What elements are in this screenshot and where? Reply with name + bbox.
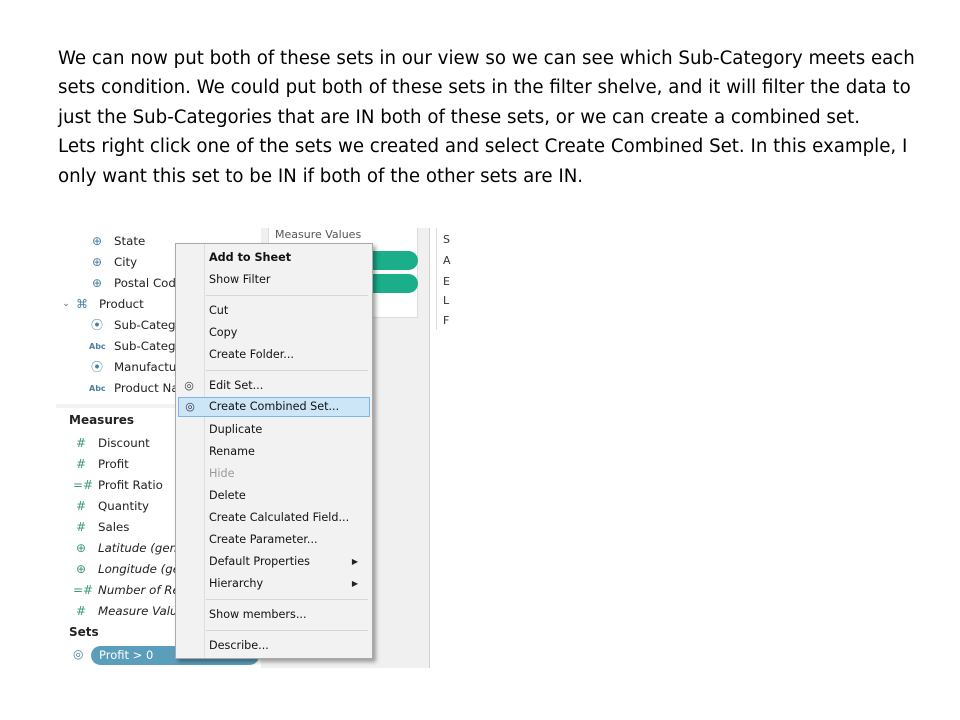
abc-icon: Abc <box>89 342 106 351</box>
legend-item: A <box>443 254 451 267</box>
field-label: Measure Valu <box>98 604 178 618</box>
field-label: Product Na <box>114 381 179 395</box>
menu-item-create-folder[interactable]: Create Folder... <box>178 345 370 365</box>
menu-item-create-parameter[interactable]: Create Parameter... <box>178 530 370 550</box>
paperclip-icon: ⦿ <box>90 318 103 332</box>
paragraph-2: Lets right click one of the sets we crea… <box>58 136 908 187</box>
field-label: Number of Re <box>98 583 180 597</box>
set-icon: ◎ <box>184 379 194 392</box>
paragraph-1: We can now put both of these sets in our… <box>58 48 915 128</box>
field-label: Longitude (ge <box>98 562 180 576</box>
field-label: Quantity <box>98 499 149 513</box>
menu-item-delete[interactable]: Delete <box>178 486 370 506</box>
submenu-arrow-icon: ▶ <box>351 557 358 566</box>
globe-icon: ⊕ <box>91 234 103 248</box>
field-label: City <box>114 255 138 269</box>
slide-text: We can now put both of these sets in our… <box>58 44 918 191</box>
menu-item-show-members[interactable]: Show members... <box>178 605 370 625</box>
field-label: Manufactu <box>114 360 177 374</box>
globe-icon: ⊕ <box>75 562 87 576</box>
menu-item-create-combined-set[interactable]: ◎ Create Combined Set... <box>178 397 370 417</box>
hash-icon: # <box>75 457 87 471</box>
globe-icon: ⊕ <box>75 541 87 555</box>
menu-item-label: Describe... <box>209 639 269 652</box>
sets-header: Sets <box>69 625 99 639</box>
menu-item-label: Hide <box>209 467 235 480</box>
hash-icon: # <box>75 436 87 450</box>
menu-item-cut[interactable]: Cut <box>178 301 370 321</box>
menu-item-copy[interactable]: Copy <box>178 323 370 343</box>
globe-icon: ⊕ <box>91 276 103 290</box>
field-label: Profit Ratio <box>98 478 163 492</box>
menu-separator <box>206 599 368 600</box>
pane-divider <box>429 228 430 668</box>
menu-item-hide: Hide <box>178 464 370 484</box>
menu-item-label: Create Folder... <box>209 348 294 361</box>
menu-item-default-properties[interactable]: Default Properties ▶ <box>178 552 370 572</box>
paperclip-icon: ⦿ <box>90 360 103 374</box>
legend-item: E <box>443 275 450 288</box>
context-menu: Add to Sheet Show Filter Cut Copy Create… <box>175 243 373 659</box>
menu-item-add-to-sheet[interactable]: Add to Sheet <box>178 248 370 268</box>
chevron-down-icon: ⌄ <box>62 299 70 309</box>
field-label: Sub-Categ <box>114 318 176 332</box>
legend-panel: S A E L F <box>436 228 456 330</box>
legend-item: F <box>443 314 450 327</box>
menu-separator <box>206 295 368 296</box>
menu-item-label: Copy <box>209 326 238 339</box>
field-label: Postal Cod <box>114 276 176 290</box>
legend-item: L <box>443 294 450 307</box>
menu-item-duplicate[interactable]: Duplicate <box>178 420 370 440</box>
menu-item-label: Default Properties <box>209 555 310 568</box>
globe-icon: ⊕ <box>91 255 103 269</box>
field-label: State <box>114 234 146 248</box>
menu-item-edit-set[interactable]: ◎ Edit Set... <box>178 376 370 396</box>
menu-item-label: Rename <box>209 445 255 458</box>
menu-item-label: Add to Sheet <box>209 251 292 264</box>
menu-item-label: Create Combined Set... <box>209 400 340 413</box>
menu-item-create-calculated-field[interactable]: Create Calculated Field... <box>178 508 370 528</box>
calc-hash-icon: =# <box>73 583 94 597</box>
set-icon: ◎ <box>185 400 195 413</box>
submenu-arrow-icon: ▶ <box>351 579 358 588</box>
legend-item: S <box>443 233 450 246</box>
abc-icon: Abc <box>89 384 106 393</box>
menu-item-hierarchy[interactable]: Hierarchy ▶ <box>178 574 370 594</box>
menu-item-label: Edit Set... <box>209 379 264 392</box>
field-label: Sub-Categ <box>114 339 176 353</box>
hash-icon: # <box>75 520 87 534</box>
menu-item-label: Duplicate <box>209 423 263 436</box>
menu-item-label: Cut <box>209 304 229 317</box>
field-label: Sales <box>98 520 130 534</box>
hierarchy-icon: ⌘ <box>76 297 88 311</box>
menu-item-label: Hierarchy <box>209 577 264 590</box>
field-label: Profit <box>98 457 129 471</box>
measure-values-label: Measure Values <box>275 228 362 241</box>
menu-item-label: Create Parameter... <box>209 533 318 546</box>
menu-item-label: Delete <box>209 489 246 502</box>
hash-icon: # <box>75 604 87 618</box>
menu-separator <box>206 630 368 631</box>
hash-icon: # <box>75 499 87 513</box>
field-label: Product <box>99 297 144 311</box>
field-label: Discount <box>98 436 150 450</box>
menu-item-rename[interactable]: Rename <box>178 442 370 462</box>
menu-separator <box>206 370 368 371</box>
menu-item-label: Create Calculated Field... <box>209 511 350 524</box>
menu-item-show-filter[interactable]: Show Filter <box>178 270 370 290</box>
field-label: Latitude (gen <box>98 541 178 555</box>
measures-header: Measures <box>69 413 135 427</box>
set-icon: ◎ <box>73 647 84 661</box>
menu-item-label: Show Filter <box>209 273 271 286</box>
menu-item-describe[interactable]: Describe... <box>178 636 370 656</box>
menu-item-label: Show members... <box>209 608 307 621</box>
calc-hash-icon: =# <box>73 478 94 492</box>
